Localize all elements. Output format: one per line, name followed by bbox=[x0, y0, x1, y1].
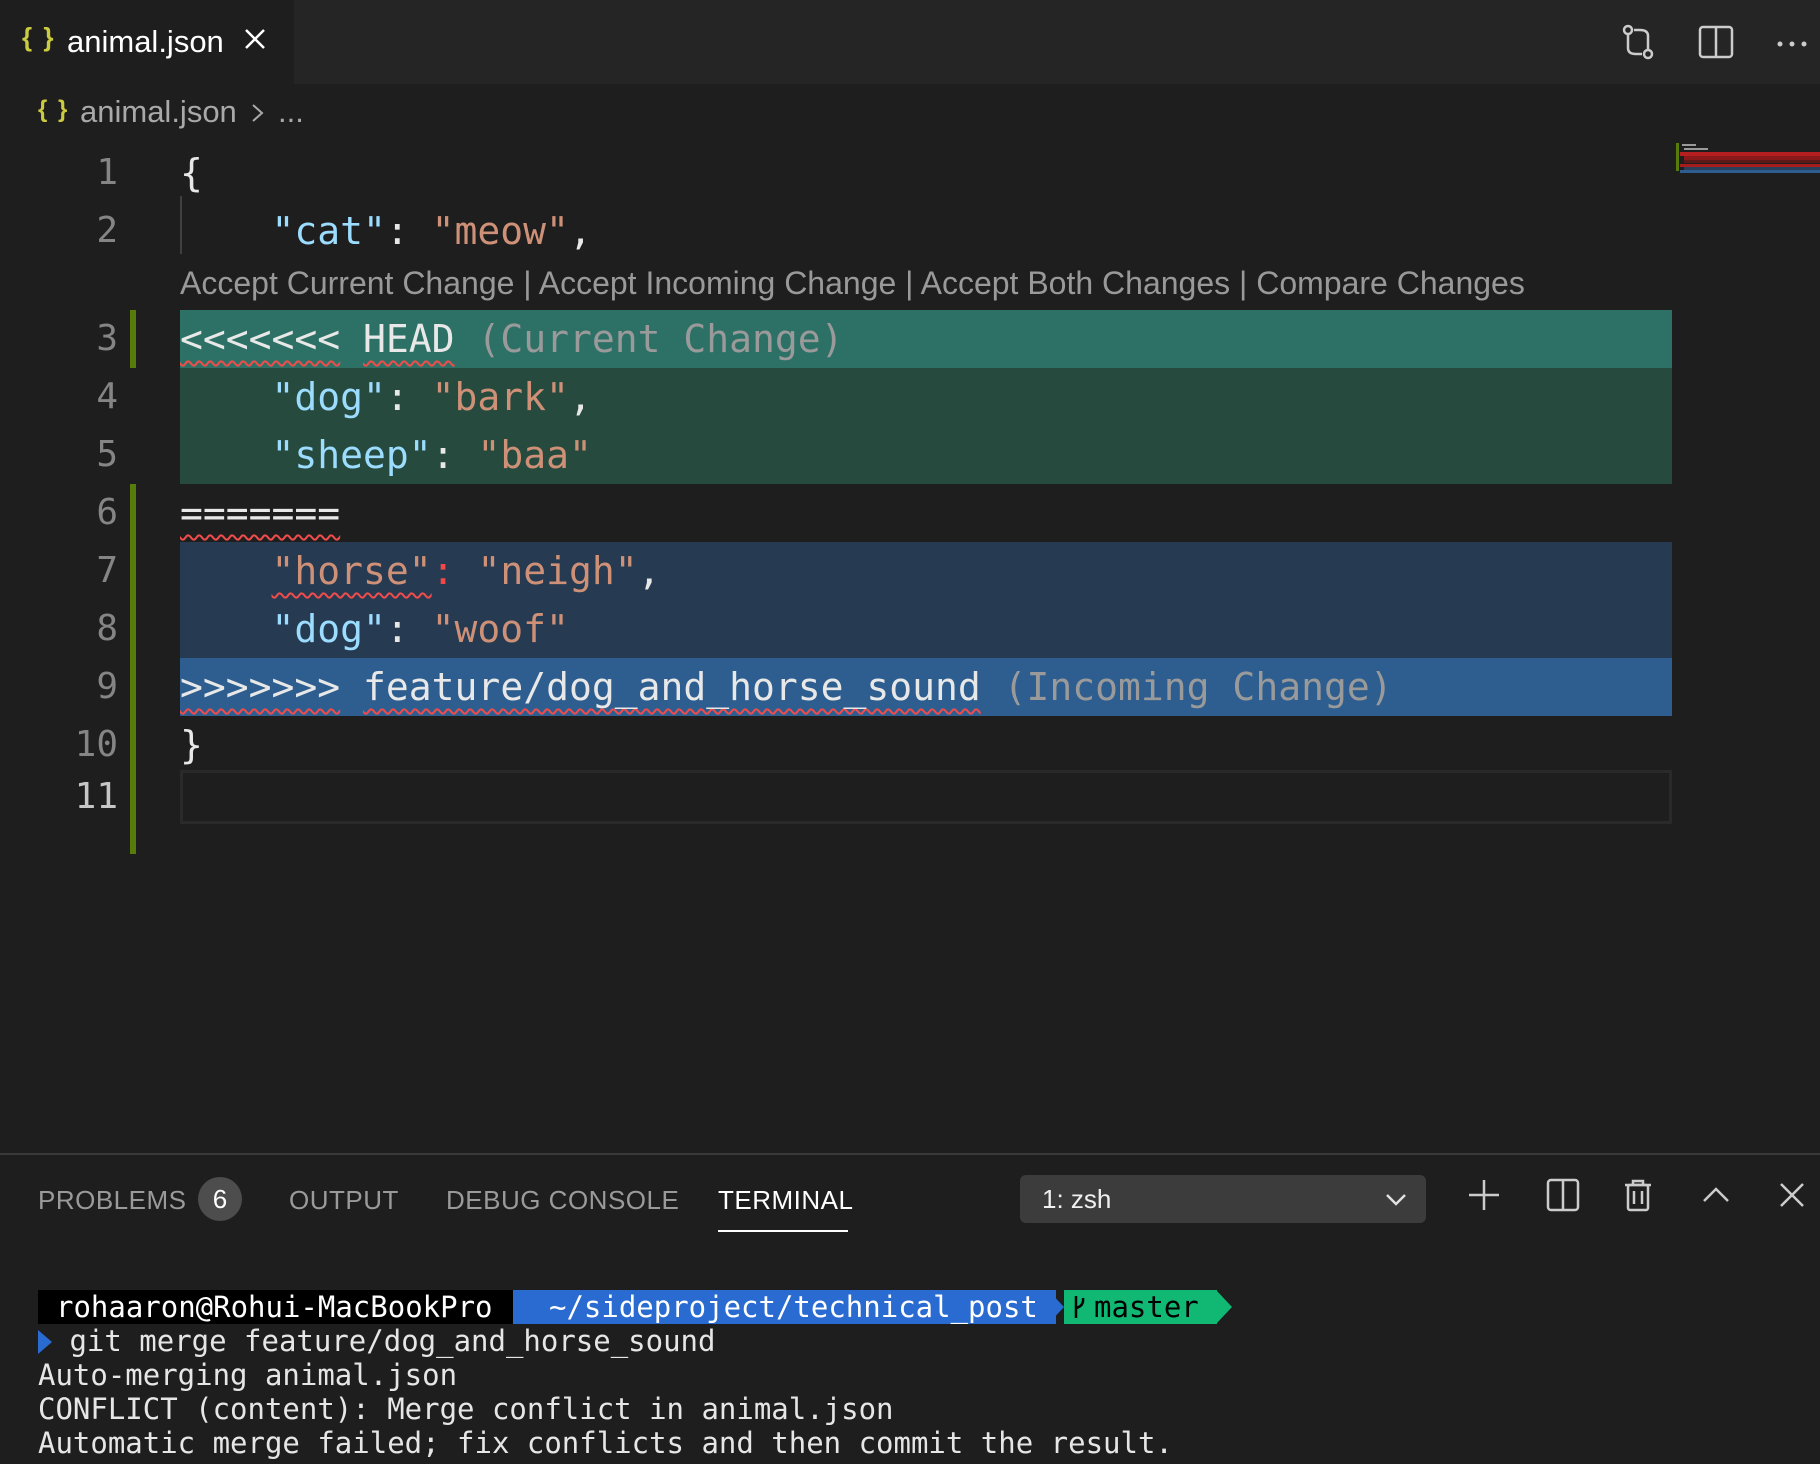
line-number: 5 bbox=[96, 434, 118, 475]
code-text: <<<<<<< HEAD (Current Change) bbox=[180, 317, 844, 361]
line-number: 7 bbox=[96, 550, 118, 591]
prompt-arrow-icon bbox=[497, 1290, 513, 1324]
line-number: 6 bbox=[96, 492, 118, 533]
line-number: 11 bbox=[74, 776, 118, 817]
tab-label: animal.json bbox=[67, 24, 224, 59]
code-line-4: 4 "dog": "bark", bbox=[0, 368, 1672, 426]
code-text: >>>>>>> feature/dog_and_horse_sound (Inc… bbox=[180, 665, 1393, 709]
line-number: 4 bbox=[96, 376, 118, 417]
code-line-3: 3 <<<<<<< HEAD (Current Change) bbox=[0, 310, 1672, 368]
terminal-output[interactable]: rohaaron@Rohui-MacBookPro ~/sideproject/… bbox=[38, 1290, 1798, 1460]
json-braces-icon: { } bbox=[38, 96, 70, 123]
code-text: "horse": "neigh", bbox=[271, 549, 661, 593]
prompt-branch: master bbox=[1064, 1290, 1217, 1324]
chevron-up-icon[interactable] bbox=[1696, 1175, 1736, 1215]
code-text: "sheep": "baa" bbox=[271, 433, 592, 477]
code-editor[interactable]: 1 { 2 "cat": "meow", Accept Current Chan… bbox=[0, 140, 1820, 1153]
terminal-output-line: Automatic merge failed; fix conflicts an… bbox=[38, 1426, 1173, 1460]
line-number: 1 bbox=[96, 152, 118, 193]
json-braces-icon: { } bbox=[22, 22, 56, 52]
prompt-caret-icon bbox=[38, 1330, 52, 1354]
line-number: 9 bbox=[96, 666, 118, 707]
code-line-6: 6 ======= bbox=[0, 484, 1672, 542]
code-text: "dog": "bark", bbox=[271, 375, 592, 419]
active-tab-indicator bbox=[718, 1230, 848, 1232]
chevron-down-icon bbox=[1386, 1194, 1406, 1206]
split-terminal-icon[interactable] bbox=[1543, 1175, 1583, 1215]
code-line-2: 2 "cat": "meow", bbox=[0, 202, 1672, 260]
prompt-path: ~/sideproject/technical_post bbox=[513, 1290, 1056, 1324]
code-text: "cat": "meow", bbox=[271, 209, 592, 253]
line-number: 2 bbox=[96, 210, 118, 251]
merge-codelens-actions[interactable]: Accept Current Change | Accept Incoming … bbox=[180, 258, 1525, 308]
editor-tab-bar: { } animal.json bbox=[0, 0, 1820, 84]
chevron-right-icon bbox=[252, 104, 264, 122]
code-text: { bbox=[180, 151, 203, 195]
code-line-5: 5 "sheep": "baa" bbox=[0, 426, 1672, 484]
tab-debug-console[interactable]: DEBUG CONSOLE bbox=[446, 1185, 679, 1216]
line-number: 10 bbox=[74, 724, 118, 765]
code-text: } bbox=[180, 723, 203, 767]
tab-terminal[interactable]: TERMINAL bbox=[718, 1185, 853, 1216]
line-number: 3 bbox=[96, 318, 118, 359]
code-line-7: 7 "horse": "neigh", bbox=[0, 542, 1672, 600]
breadcrumb: { } animal.json ... bbox=[0, 84, 1600, 140]
prompt-user: rohaaron@Rohui-MacBookPro bbox=[38, 1290, 513, 1324]
prompt-arrow-icon bbox=[1048, 1290, 1064, 1324]
prompt-arrow-icon bbox=[1216, 1290, 1232, 1324]
git-branch-icon bbox=[1074, 1296, 1085, 1318]
line-number: 8 bbox=[96, 608, 118, 649]
close-icon[interactable] bbox=[1772, 1175, 1812, 1215]
code-line-1: 1 { bbox=[0, 144, 1672, 202]
plus-icon[interactable] bbox=[1464, 1175, 1504, 1215]
breadcrumb-file[interactable]: animal.json bbox=[80, 94, 237, 130]
more-actions-icon[interactable] bbox=[1772, 22, 1812, 62]
code-line-10: 10 } bbox=[0, 716, 1672, 774]
trash-icon[interactable] bbox=[1618, 1175, 1658, 1215]
code-line-8: 8 "dog": "woof" bbox=[0, 600, 1672, 658]
terminal-select-value: 1: zsh bbox=[1042, 1184, 1112, 1214]
breadcrumb-ellipsis[interactable]: ... bbox=[278, 94, 304, 130]
tab-output[interactable]: OUTPUT bbox=[289, 1185, 399, 1216]
problems-count-badge: 6 bbox=[198, 1177, 242, 1221]
tab-problems[interactable]: PROBLEMS bbox=[38, 1185, 187, 1216]
terminal-select[interactable]: 1: zsh bbox=[1020, 1175, 1426, 1223]
tab-animal-json[interactable]: { } animal.json bbox=[0, 0, 294, 84]
terminal-command-line: git merge feature/dog_and_horse_sound bbox=[38, 1324, 1798, 1358]
terminal-output-line: CONFLICT (content): Merge conflict in an… bbox=[38, 1392, 894, 1426]
code-line-9: 9 >>>>>>> feature/dog_and_horse_sound (I… bbox=[0, 658, 1672, 716]
minimap[interactable] bbox=[1672, 140, 1820, 340]
close-icon[interactable] bbox=[240, 24, 270, 54]
terminal-output-line: Auto-merging animal.json bbox=[38, 1358, 458, 1392]
code-text: ======= bbox=[180, 491, 341, 535]
code-line-11: 11 bbox=[0, 768, 1672, 826]
open-changes-icon[interactable] bbox=[1618, 22, 1658, 62]
bottom-panel: PROBLEMS 6 OUTPUT DEBUG CONSOLE TERMINAL… bbox=[0, 1153, 1820, 1464]
code-text: "dog": "woof" bbox=[271, 607, 569, 651]
split-editor-icon[interactable] bbox=[1696, 22, 1736, 62]
shell-prompt: rohaaron@Rohui-MacBookPro ~/sideproject/… bbox=[38, 1290, 1798, 1324]
